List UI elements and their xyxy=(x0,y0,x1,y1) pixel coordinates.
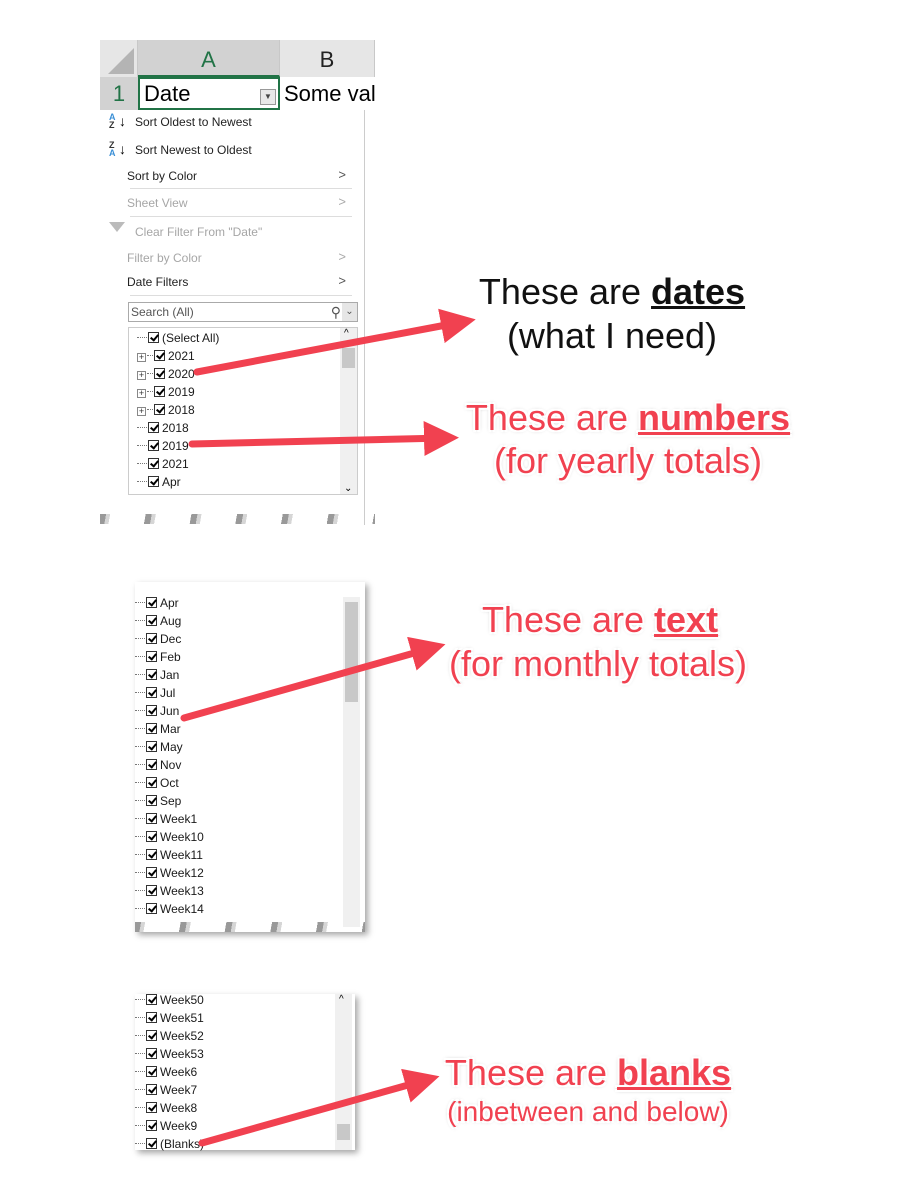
arrow-dates xyxy=(193,308,476,376)
annotation-dates-sub: (what I need) xyxy=(506,315,718,356)
arrow-text xyxy=(180,636,446,722)
annotation-dates: These are dates xyxy=(478,271,746,312)
arrow-blanks xyxy=(198,1068,440,1147)
annotation-numbers: These are numbers xyxy=(465,397,791,438)
annotation-text: These are text xyxy=(481,599,719,640)
annotation-blanks: These are blanks xyxy=(444,1052,732,1093)
annotation-text-sub: (for monthly totals) xyxy=(448,643,748,684)
annotation-numbers-sub: (for yearly totals) xyxy=(493,440,763,481)
annotation-arrows xyxy=(180,308,476,1147)
arrow-numbers xyxy=(188,421,459,456)
annotation-blanks-sub: (inbetween and below) xyxy=(447,1096,729,1127)
